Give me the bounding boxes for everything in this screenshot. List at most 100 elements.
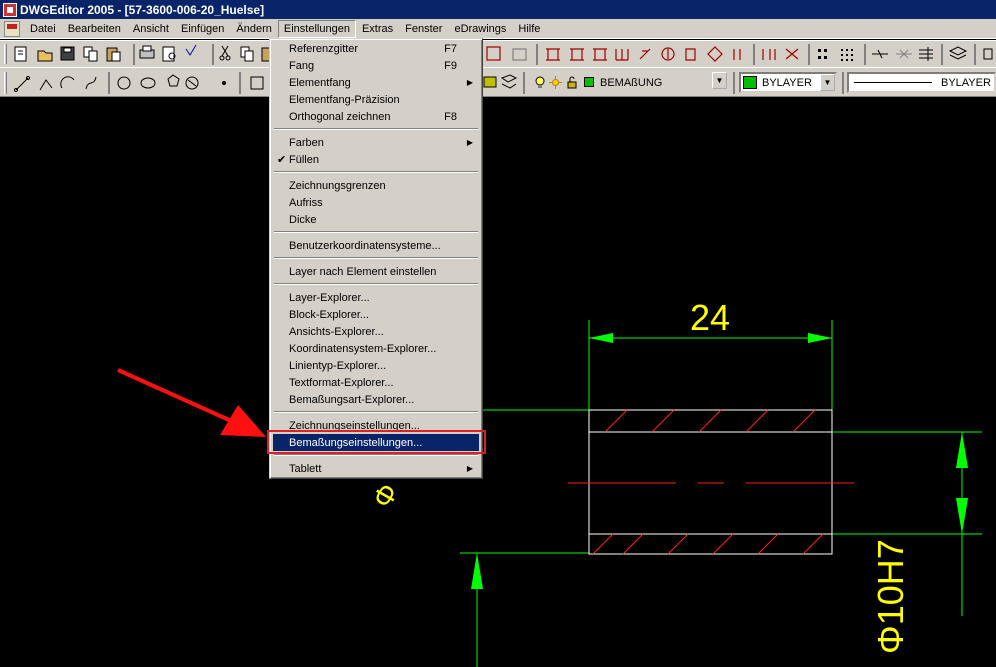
spellcheck-icon[interactable] [185, 44, 197, 56]
menu-extras[interactable]: Extras [356, 20, 399, 38]
copy2-icon[interactable] [240, 46, 254, 62]
rectangle-icon[interactable] [250, 76, 264, 90]
window-title: DWGEditor 2005 - [57-3600-006-20_Huelse] [20, 2, 265, 17]
dim-angular-icon[interactable] [733, 49, 741, 60]
paste-icon[interactable] [106, 47, 121, 62]
snap-grid-icon[interactable] [841, 49, 853, 61]
arc-icon[interactable] [60, 76, 75, 89]
standard-toolbar-icons [14, 44, 993, 65]
menu-elementfang[interactable]: Elementfang ▶ [273, 74, 479, 91]
esnap-icon[interactable] [919, 47, 933, 61]
print-icon[interactable] [139, 45, 155, 59]
document-icon[interactable] [4, 20, 20, 37]
menu-bearbeiten[interactable]: Bearbeiten [62, 20, 127, 38]
grid-dots-icon[interactable] [818, 49, 827, 59]
menu-bar: Datei Bearbeiten Ansicht Einfügen Ändern… [0, 19, 996, 39]
dim-text-24[interactable]: 24 [690, 297, 730, 338]
dim-text-left[interactable]: Φ [366, 478, 404, 513]
menu-einfuegen[interactable]: Einfügen [175, 20, 230, 38]
menu-edrawings[interactable]: eDrawings [448, 20, 512, 38]
standard-toolbar [0, 40, 996, 67]
menu-linientyp-explorer[interactable]: Linientyp-Explorer... [273, 357, 479, 374]
menu-koordinatensystem-explorer[interactable]: Koordinatensystem-Explorer... [273, 340, 479, 357]
layer-manager-icon[interactable] [500, 74, 518, 89]
menu-fenster[interactable]: Fenster [399, 20, 448, 38]
menu-dicke[interactable]: Dicke [273, 211, 479, 228]
ortho-icon[interactable] [872, 49, 888, 59]
menu-einstellungen[interactable]: Einstellungen [277, 19, 356, 38]
menu-layer-explorer[interactable]: Layer-Explorer... [273, 289, 479, 306]
chevron-down-icon[interactable]: ▼ [820, 74, 835, 91]
copy-icon[interactable] [83, 46, 98, 62]
insert-block-icon[interactable] [483, 76, 497, 88]
lightbulb-icon[interactable] [534, 76, 546, 89]
menu-farben[interactable]: Farben ▶ [273, 134, 479, 151]
save-icon[interactable] [60, 46, 75, 61]
sun-icon[interactable] [549, 76, 562, 89]
snap-icon[interactable] [896, 49, 912, 59]
menu-elementfang-praezision[interactable]: Elementfang-Präzision [273, 91, 479, 108]
menu-fuellen[interactable]: ✔ Füllen [273, 151, 479, 168]
menu-datei[interactable]: Datei [24, 20, 62, 38]
menu-orthogonal-zeichnen[interactable]: Orthogonal zeichnen F8 [273, 108, 479, 125]
tolerance-icon[interactable] [762, 49, 776, 60]
line-icon[interactable] [14, 76, 30, 92]
menu-ansichts-explorer[interactable]: Ansichts-Explorer... [273, 323, 479, 340]
menu-aendern[interactable]: Ändern [230, 20, 277, 38]
menu-zeichnungsgrenzen[interactable]: Zeichnungsgrenzen [273, 177, 479, 194]
menu-fang[interactable]: Fang F9 [273, 57, 479, 74]
dim-diameter-icon[interactable] [685, 48, 696, 61]
menu-hilfe[interactable]: Hilfe [512, 20, 546, 38]
drawing-canvas[interactable]: 24 Φ10H7 Φ [0, 98, 996, 667]
layer-icon[interactable] [948, 46, 968, 60]
dim-text-diameter[interactable]: Φ10H7 [870, 539, 911, 654]
menu-block-explorer[interactable]: Block-Explorer... [273, 306, 479, 323]
new-icon[interactable] [14, 46, 27, 62]
menu-layer-nach-element[interactable]: Layer nach Element einstellen [273, 263, 479, 280]
menu-referenzgitter[interactable]: Referenzgitter F7 [273, 40, 479, 57]
spline-icon[interactable] [85, 76, 97, 90]
dim-ordinate-icon[interactable] [593, 48, 607, 61]
part-outline [588, 409, 833, 555]
menu-ansicht[interactable]: Ansicht [127, 20, 175, 38]
color-combo[interactable]: BYLAYER ▼ [739, 72, 837, 93]
open-icon[interactable] [37, 50, 53, 62]
point-icon[interactable] [222, 81, 226, 85]
toolbar-separator [108, 72, 110, 94]
ellipse-icon[interactable] [140, 77, 156, 89]
drawing-svg[interactable]: 24 Φ10H7 Φ [0, 98, 996, 667]
dim-radius-icon[interactable] [661, 47, 675, 61]
dim-continue-icon[interactable] [639, 48, 651, 60]
print-preview-icon[interactable] [162, 46, 176, 62]
linetype-combo[interactable]: BYLAYER [847, 72, 996, 93]
color-swatch [743, 76, 757, 89]
einstellungen-menu: Referenzgitter F7 Fang F9 Elementfang ▶ Ele… [269, 38, 483, 479]
move-icon[interactable] [486, 46, 501, 61]
polyline-icon[interactable] [39, 79, 53, 91]
dim-aligned-icon[interactable] [570, 48, 584, 61]
leader-icon[interactable] [785, 48, 799, 60]
linetype-preview [854, 82, 932, 83]
toolbar-separator [842, 72, 844, 94]
dim-baseline-icon[interactable] [615, 49, 629, 61]
menu-aufriss[interactable]: Aufriss [273, 194, 479, 211]
layer-combo[interactable]: BEMAßUNG ▼ [597, 72, 727, 93]
copy-entity-icon[interactable] [512, 48, 527, 61]
menu-bemassungsart-explorer[interactable]: Bemaßungsart-Explorer... [273, 391, 479, 408]
title-bar: DWGEditor 2005 - [57-3600-006-20_Huelse] [0, 0, 996, 19]
circle-icon[interactable] [117, 76, 131, 90]
cut-icon[interactable] [219, 45, 231, 61]
dim-linear-icon[interactable] [546, 48, 560, 61]
app-icon[interactable] [3, 2, 17, 17]
menu-textformat-explorer[interactable]: Textformat-Explorer... [273, 374, 479, 391]
more-icon[interactable] [983, 48, 993, 60]
menu-benutzerkoordinatensysteme[interactable]: Benutzerkoordinatensysteme... [273, 237, 479, 254]
menu-separator [274, 171, 478, 173]
chevron-down-icon[interactable]: ▼ [712, 72, 727, 89]
lock-icon[interactable] [566, 76, 578, 89]
annotation-arrow [117, 368, 266, 437]
menu-tablett[interactable]: Tablett ▶ [273, 460, 479, 477]
hatch-icon[interactable] [185, 76, 199, 90]
dim-center-icon[interactable] [707, 46, 723, 62]
polygon-icon[interactable] [167, 74, 180, 87]
